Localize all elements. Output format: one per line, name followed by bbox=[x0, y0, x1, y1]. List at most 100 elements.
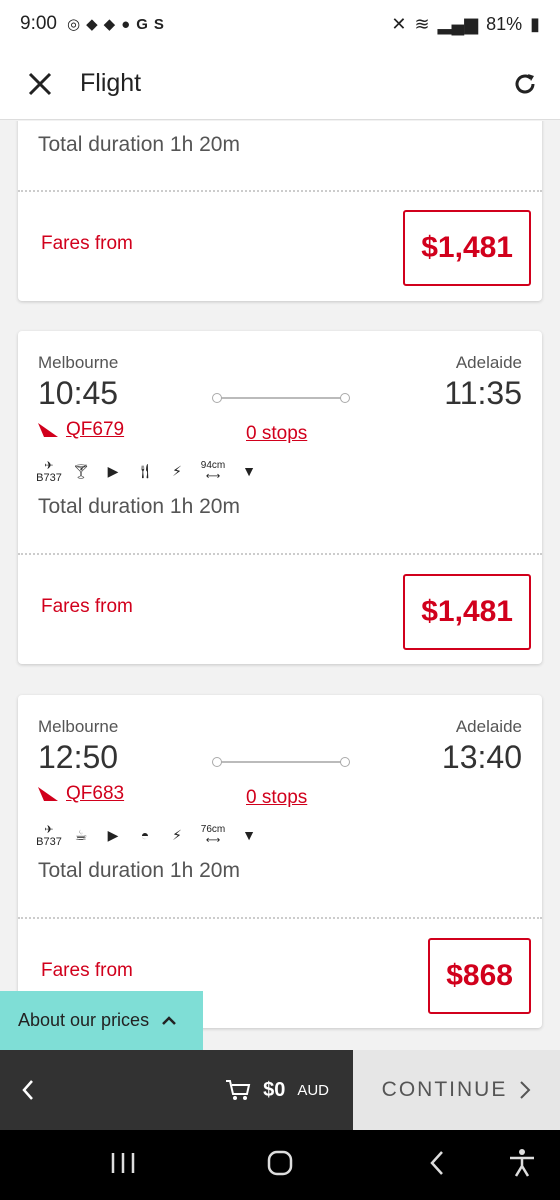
arrival-time: 13:40 bbox=[441, 739, 522, 775]
chevron-up-icon bbox=[162, 1015, 176, 1025]
fares-from-label: Fares from bbox=[41, 960, 133, 981]
meal-icon: 🍴︎ bbox=[136, 462, 154, 479]
page-title: Flight bbox=[80, 69, 142, 97]
battery-icon: ▮ bbox=[530, 13, 540, 34]
signal-icon: ▂▄▆ bbox=[437, 13, 479, 34]
google-icon: G bbox=[136, 15, 148, 33]
flight-number: QF683 bbox=[38, 783, 124, 805]
cart-total: $0 bbox=[263, 1078, 286, 1101]
refresh-icon bbox=[515, 73, 535, 93]
seat-pitch: 76cm bbox=[200, 824, 226, 835]
qantas-logo-icon bbox=[38, 423, 58, 437]
diamond-icon: ◆ bbox=[103, 16, 116, 33]
recents-icon bbox=[111, 1152, 135, 1173]
diamond-icon: ◆ bbox=[86, 16, 98, 33]
refresh-button[interactable] bbox=[490, 70, 560, 98]
route-line bbox=[212, 393, 350, 403]
wifi-onboard-icon: ▼ bbox=[242, 463, 256, 479]
flight-card[interactable]: Total duration 1h 20m Fares from $1,481 bbox=[18, 121, 542, 301]
snack-icon: ◓ bbox=[140, 827, 150, 843]
chevron-left-icon bbox=[21, 1080, 33, 1100]
seat-pitch: 94cm bbox=[200, 460, 226, 471]
power-icon: ⚡︎ bbox=[172, 462, 182, 479]
hot-drink-icon: ☕︎ bbox=[74, 826, 88, 843]
about-prices-toggle[interactable]: About our prices bbox=[0, 991, 203, 1050]
status-bar: 9:00 ◎ ◆ ◆ ● G S ✕ ≋ ▂▄▆ 81% ▮ bbox=[0, 0, 560, 48]
price-button[interactable]: $1,481 bbox=[403, 210, 531, 286]
aircraft-icon: ✈ B737 bbox=[36, 459, 62, 484]
close-icon bbox=[28, 72, 52, 95]
avatar-icon: ● bbox=[121, 15, 131, 33]
app-header: Flight bbox=[0, 48, 560, 120]
qantas-logo-icon bbox=[38, 787, 58, 801]
price-button[interactable]: $1,481 bbox=[403, 574, 531, 650]
departure-time: 12:50 bbox=[38, 739, 119, 775]
chevron-right-icon bbox=[520, 1081, 531, 1099]
instagram-icon: ◎ bbox=[66, 16, 81, 33]
accessibility-icon bbox=[510, 1148, 534, 1177]
stops-link[interactable]: 0 stops bbox=[246, 423, 307, 444]
total-duration: Total duration 1h 20m bbox=[38, 859, 240, 882]
flight-card[interactable]: Melbourne Adelaide 10:45 11:35 QF679 0 s… bbox=[18, 331, 542, 664]
home-button[interactable] bbox=[266, 1149, 294, 1182]
mute-icon: ✕ bbox=[391, 13, 407, 34]
shazam-icon: S bbox=[153, 15, 164, 33]
accessibility-button[interactable] bbox=[508, 1148, 536, 1183]
status-time: 9:00 bbox=[20, 13, 57, 34]
system-back-button[interactable] bbox=[428, 1150, 446, 1181]
stops: 0 stops bbox=[246, 423, 307, 445]
stops-link[interactable]: 0 stops bbox=[246, 787, 307, 808]
continue-label: CONTINUE bbox=[381, 1078, 508, 1101]
continue-button[interactable]: CONTINUE bbox=[353, 1050, 560, 1130]
fares-from-label: Fares from bbox=[41, 596, 133, 617]
route-line bbox=[212, 757, 350, 767]
fares-from-label: Fares from bbox=[41, 233, 133, 254]
flight-list[interactable]: Total duration 1h 20m Fares from $1,481 … bbox=[0, 121, 560, 1051]
currency: AUD bbox=[297, 1081, 329, 1099]
total-duration: Total duration 1h 20m bbox=[38, 495, 240, 518]
cart-icon bbox=[226, 1080, 251, 1100]
divider bbox=[18, 917, 542, 919]
booking-bar: $0 AUD CONTINUE bbox=[0, 1050, 560, 1130]
back-button[interactable] bbox=[0, 1079, 55, 1101]
destination-city: Adelaide bbox=[455, 717, 522, 736]
price-button[interactable]: $868 bbox=[428, 938, 531, 1014]
drink-icon: 🍸︎ bbox=[72, 462, 90, 479]
total-duration: Total duration 1h 20m bbox=[38, 133, 240, 156]
seat-pitch-icon: 94cm ⟷ bbox=[200, 460, 226, 482]
divider bbox=[18, 190, 542, 192]
origin-city: Melbourne bbox=[38, 717, 119, 736]
system-icons: ✕ ≋ ▂▄▆ 81% ▮ bbox=[391, 14, 540, 35]
divider bbox=[18, 553, 542, 555]
recent-apps-button[interactable] bbox=[110, 1151, 136, 1180]
aircraft-icon: ✈ B737 bbox=[36, 823, 62, 848]
cart-summary[interactable]: $0 AUD bbox=[225, 1079, 353, 1102]
departure-time: 10:45 bbox=[38, 375, 119, 411]
destination-city: Adelaide bbox=[455, 353, 522, 372]
aircraft-type: B737 bbox=[36, 471, 62, 484]
entertainment-icon: ▶ bbox=[107, 826, 119, 843]
battery-level: 81% bbox=[486, 13, 523, 34]
power-icon: ⚡︎ bbox=[172, 826, 182, 843]
flight-number-link[interactable]: QF679 bbox=[66, 419, 124, 441]
flight-number: QF679 bbox=[38, 419, 124, 441]
wifi-icon: ≋ bbox=[414, 13, 430, 34]
about-prices-label: About our prices bbox=[18, 1010, 150, 1030]
booking-summary: $0 AUD bbox=[0, 1050, 353, 1130]
amenities: ✈ B737 ☕︎ ▶ ◓ ⚡︎ 76cm ⟷ ▼ bbox=[36, 823, 260, 848]
amenities: ✈ B737 🍸︎ ▶ 🍴︎ ⚡︎ 94cm ⟷ ▼ bbox=[36, 459, 260, 484]
entertainment-icon: ▶ bbox=[107, 462, 119, 479]
system-nav-bar bbox=[0, 1130, 560, 1200]
home-icon bbox=[267, 1150, 293, 1175]
stops: 0 stops bbox=[246, 787, 307, 809]
back-icon bbox=[430, 1150, 443, 1175]
flight-card[interactable]: Melbourne Adelaide 12:50 13:40 QF683 0 s… bbox=[18, 695, 542, 1028]
wifi-onboard-icon: ▼ bbox=[242, 827, 256, 843]
origin-city: Melbourne bbox=[38, 353, 119, 372]
close-button[interactable] bbox=[0, 71, 80, 97]
arrival-time: 11:35 bbox=[444, 375, 522, 411]
notification-icons: ◎ ◆ ◆ ● G S bbox=[66, 15, 164, 34]
aircraft-type: B737 bbox=[36, 835, 62, 848]
seat-pitch-icon: 76cm ⟷ bbox=[200, 824, 226, 846]
flight-number-link[interactable]: QF683 bbox=[66, 783, 124, 805]
